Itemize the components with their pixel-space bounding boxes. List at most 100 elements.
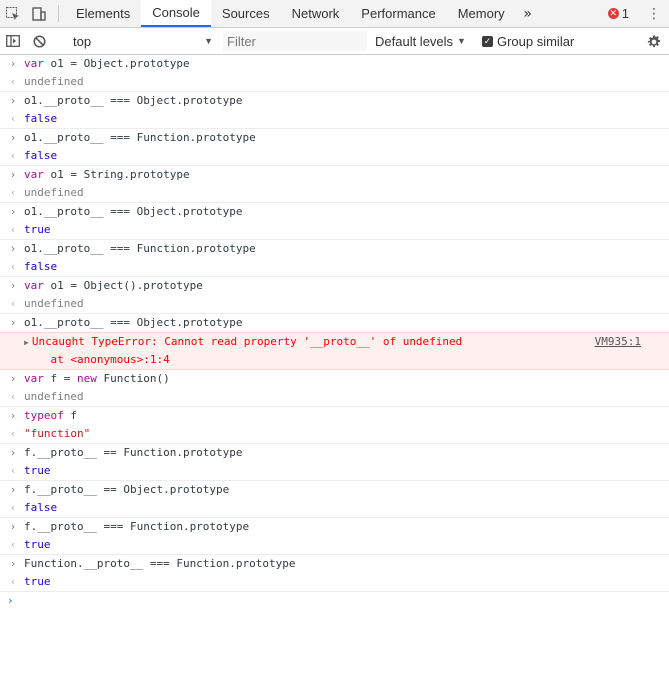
console-error-entry: ✕ ▶Uncaught TypeError: Cannot read prope… (0, 332, 669, 370)
console-input-line[interactable]: › o1.__proto__ === Function.prototype (10, 129, 669, 147)
console-input-line[interactable]: › var f = new Function() (10, 370, 669, 388)
console-input-line[interactable]: › var o1 = Object.prototype (10, 55, 669, 73)
error-icon: ✕ (607, 8, 619, 19)
console-result-line: ‹ true (10, 536, 669, 554)
more-tabs-icon[interactable]: » (516, 0, 540, 27)
result-value: undefined (24, 297, 84, 310)
more-options-icon[interactable]: ⋮ (647, 0, 661, 27)
filter-input[interactable] (223, 31, 367, 51)
source-link[interactable]: VM935:1 (595, 333, 641, 351)
devtools-tabbar: Elements Console Sources Network Perform… (0, 0, 669, 28)
result-value: undefined (24, 186, 84, 199)
result-arrow-icon: ‹ (9, 297, 17, 310)
console-result-line: ‹ undefined (10, 295, 669, 313)
input-code: o1.__proto__ === Function.prototype (24, 242, 256, 255)
device-toolbar-icon[interactable] (26, 0, 52, 27)
input-prompt-icon: › (9, 409, 17, 422)
console-input-line[interactable]: › f.__proto__ == Function.prototype (10, 444, 669, 462)
result-arrow-icon: ‹ (9, 390, 17, 403)
console-input-line[interactable]: › Function.__proto__ === Function.prototy… (10, 555, 669, 573)
console-result-line: ‹ undefined (10, 388, 669, 406)
expand-triangle-icon[interactable]: ▶ (24, 338, 29, 347)
console-result-line: ‹ true (10, 462, 669, 480)
input-code: f.__proto__ == Object.prototype (24, 483, 230, 496)
dropdown-arrow-icon: ▼ (457, 36, 466, 46)
console-prompt[interactable]: › (0, 592, 669, 610)
group-similar-label: Group similar (496, 33, 575, 49)
result-arrow-icon: ‹ (9, 75, 17, 88)
error-message: Uncaught TypeError: Cannot read property… (31, 335, 463, 348)
input-code: Function.__proto__ === Function.prototyp… (24, 557, 296, 570)
console-input-line[interactable]: › o1.__proto__ === Object.prototype (10, 314, 669, 332)
input-prompt-icon: › (9, 57, 17, 70)
context-selector[interactable]: top ▼ (69, 34, 217, 49)
result-value: false (24, 501, 58, 514)
clear-console-icon[interactable] (26, 28, 52, 54)
result-arrow-icon: ‹ (9, 186, 17, 199)
input-prompt-icon: › (9, 520, 17, 533)
console-input-line[interactable]: › o1.__proto__ === Object.prototype (10, 92, 669, 110)
input-prompt-icon: › (9, 483, 17, 496)
input-prompt-icon: › (9, 168, 17, 181)
group-similar-toggle[interactable]: ✓ Group similar (481, 33, 575, 49)
tab-elements[interactable]: Elements (65, 0, 141, 27)
result-value: false (24, 112, 58, 125)
checkbox-checked-icon[interactable]: ✓ (481, 35, 493, 47)
input-prompt-icon: › (9, 279, 17, 292)
inspect-element-icon[interactable] (0, 0, 26, 27)
input-code: f = (50, 372, 77, 385)
input-code: o1.__proto__ === Object.prototype (24, 94, 243, 107)
console-input-line[interactable]: › typeof f (10, 407, 669, 425)
result-value: "function" (24, 427, 91, 440)
input-code: f.__proto__ === Function.prototype (24, 520, 250, 533)
error-stack: at <anonymous>:1:4 (24, 353, 170, 366)
console-result-line: ‹ true (10, 573, 669, 591)
result-value: true (24, 464, 51, 477)
result-arrow-icon: ‹ (9, 501, 17, 514)
log-levels-label: Default levels (375, 33, 454, 49)
error-count-badge[interactable]: ✕ 1 (607, 0, 629, 27)
result-value: false (24, 260, 58, 273)
input-code: f (63, 409, 77, 422)
input-prompt-icon: › (9, 242, 17, 255)
log-levels-dropdown[interactable]: Default levels ▼ (375, 34, 466, 49)
console-entry: › o1.__proto__ === Function.prototype ‹ fa… (0, 240, 669, 277)
tab-performance[interactable]: Performance (350, 0, 446, 27)
error-message-line[interactable]: ▶ Uncaught TypeError: Cannot read propert… (24, 333, 669, 351)
input-prompt-icon: › (9, 372, 17, 385)
console-entry: › var o1 = Object.prototype ‹ undefined (0, 55, 669, 92)
console-entry: › var o1 = String.prototype ‹ undefined (0, 166, 669, 203)
gear-icon[interactable] (646, 28, 661, 54)
input-code: o1.__proto__ === Object.prototype (24, 316, 243, 329)
result-arrow-icon: ‹ (9, 260, 17, 273)
input-prompt-icon: › (9, 446, 17, 459)
tab-network[interactable]: Network (281, 0, 351, 27)
console-input-line[interactable]: › f.__proto__ === Function.prototype (10, 518, 669, 536)
console-entry: › Function.__proto__ === Function.prototy… (0, 555, 669, 592)
tab-console[interactable]: Console (141, 0, 211, 27)
console-input-line[interactable]: › f.__proto__ == Object.prototype (10, 481, 669, 499)
console-input-line[interactable]: › var o1 = String.prototype (10, 166, 669, 184)
sidebar-toggle-icon[interactable] (0, 28, 26, 54)
input-code: o1.__proto__ === Function.prototype (24, 131, 256, 144)
console-result-line: ‹ false (10, 110, 669, 128)
result-value: undefined (24, 75, 84, 88)
result-arrow-icon: ‹ (9, 112, 17, 125)
console-input-line[interactable]: › o1.__proto__ === Function.prototype (10, 240, 669, 258)
context-value: top (73, 33, 92, 49)
console-input-line[interactable]: › var o1 = Object().prototype (10, 277, 669, 295)
console-entry: › f.__proto__ == Function.prototype ‹ true (0, 444, 669, 481)
console-result-line: ‹ undefined (10, 184, 669, 202)
error-stack-line: at <anonymous>:1:4 (24, 351, 669, 369)
tab-memory[interactable]: Memory (447, 0, 516, 27)
tab-sources[interactable]: Sources (211, 0, 281, 27)
input-code: f.__proto__ == Function.prototype (24, 446, 243, 459)
console-result-line: ‹ "function" (10, 425, 669, 443)
console-result-line: ‹ false (10, 147, 669, 165)
input-code: o1 = Object().prototype (50, 279, 203, 292)
input-prompt-icon: › (9, 94, 17, 107)
result-arrow-icon: ‹ (9, 464, 17, 477)
console-input-line[interactable]: › o1.__proto__ === Object.prototype (10, 203, 669, 221)
result-value: false (24, 149, 58, 162)
console-entry: › o1.__proto__ === Object.prototype ‹ fals… (0, 92, 669, 129)
